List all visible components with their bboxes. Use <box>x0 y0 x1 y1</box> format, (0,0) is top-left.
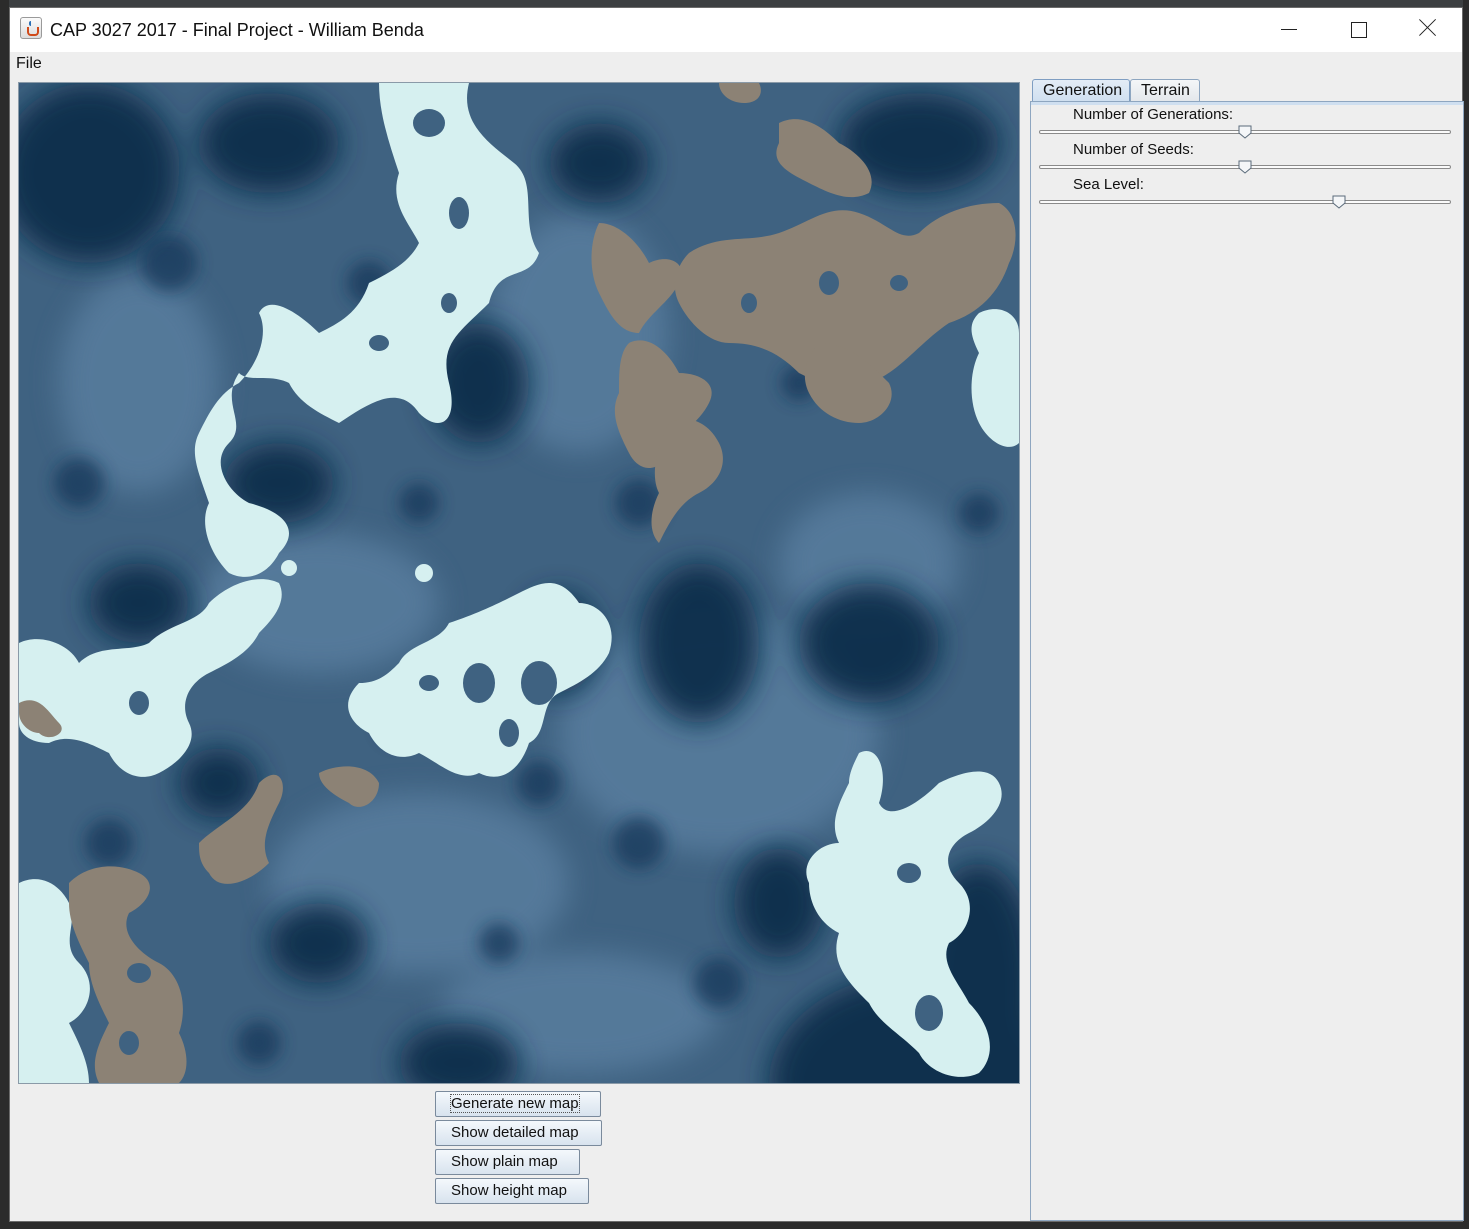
maximize-button[interactable] <box>1323 8 1393 52</box>
generations-slider[interactable] <box>1039 125 1451 139</box>
desktop-background <box>0 0 1469 7</box>
menu-bar: File <box>10 52 1462 76</box>
seeds-slider[interactable] <box>1039 160 1451 174</box>
generate-new-map-button[interactable]: Generate new map <box>435 1091 601 1117</box>
java-app-icon <box>20 17 42 39</box>
app-window: CAP 3027 2017 - Final Project - William … <box>9 7 1464 1222</box>
show-plain-map-button[interactable]: Show plain map <box>435 1149 580 1175</box>
generations-label: Number of Generations: <box>1073 106 1234 123</box>
minimize-button[interactable] <box>1253 8 1323 52</box>
tab-terrain[interactable]: Terrain <box>1130 79 1200 102</box>
tab-generation[interactable]: Generation <box>1032 79 1130 102</box>
show-detailed-map-button[interactable]: Show detailed map <box>435 1120 602 1146</box>
show-height-map-button[interactable]: Show height map <box>435 1178 589 1204</box>
minimize-icon <box>1281 29 1297 30</box>
generations-slider-thumb[interactable] <box>1238 125 1252 139</box>
window-title: CAP 3027 2017 - Final Project - William … <box>50 20 424 40</box>
sea-level-slider-thumb[interactable] <box>1332 195 1346 209</box>
settings-tabs: Generation Terrain <box>1030 78 1456 102</box>
close-button[interactable] <box>1393 8 1463 52</box>
menu-file[interactable]: File <box>16 55 42 73</box>
maximize-icon <box>1351 22 1367 38</box>
map-canvas[interactable] <box>18 82 1020 1084</box>
close-icon <box>1419 18 1437 36</box>
title-bar[interactable]: CAP 3027 2017 - Final Project - William … <box>10 8 1462 52</box>
generation-panel: Number of Generations: Number of Seeds: … <box>1030 101 1464 1221</box>
map-image <box>19 83 1019 1083</box>
seeds-slider-thumb[interactable] <box>1238 160 1252 174</box>
seeds-label: Number of Seeds: <box>1073 141 1194 158</box>
generate-new-map-label: Generate new map <box>450 1094 580 1113</box>
sea-level-label: Sea Level: <box>1073 176 1144 193</box>
desktop-background-left <box>0 0 9 1229</box>
sea-level-slider[interactable] <box>1039 195 1451 209</box>
